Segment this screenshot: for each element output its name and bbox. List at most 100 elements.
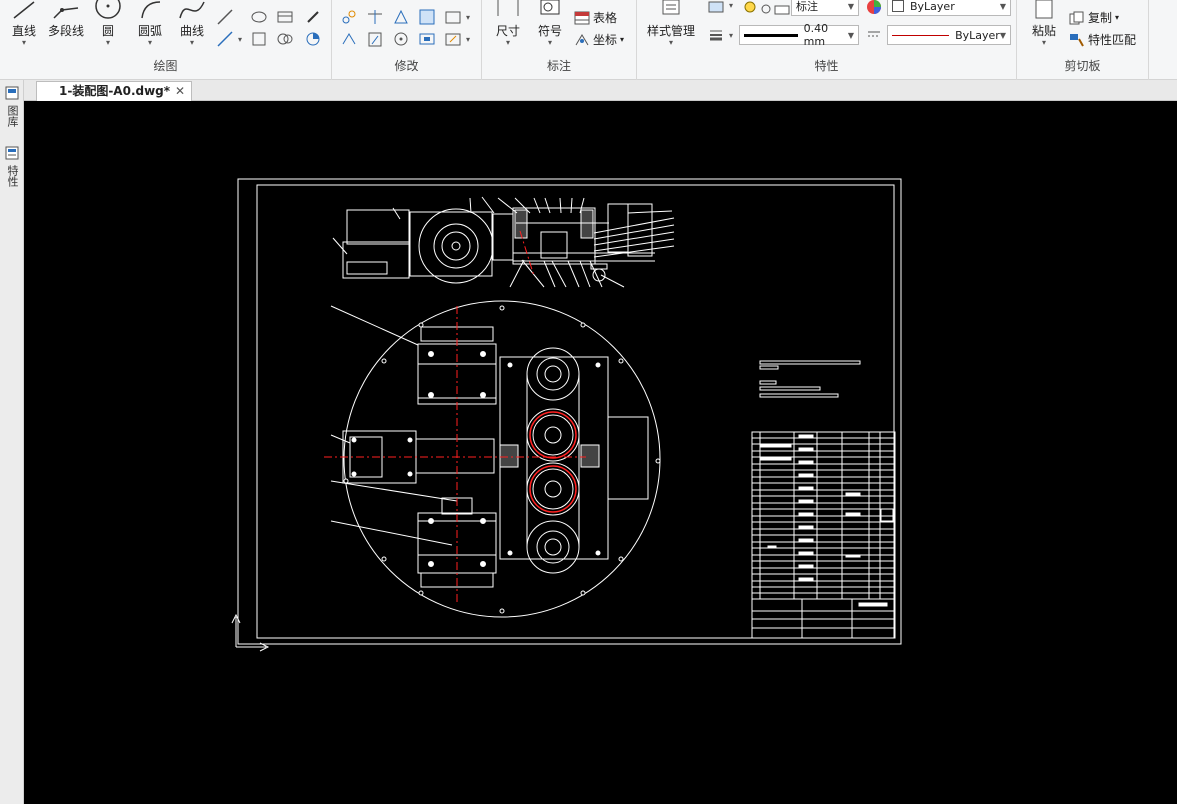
technical-notes — [759, 360, 861, 398]
copy-tool[interactable]: 复制 ▾ — [1069, 9, 1119, 26]
dimension-icon — [497, 0, 519, 16]
stretch-icon[interactable] — [418, 30, 436, 48]
hatch-icon[interactable] — [276, 8, 294, 26]
symbol-tool[interactable]: 符号 ▾ — [532, 0, 568, 47]
copy-icon — [1069, 11, 1084, 24]
properties-group: 样式管理 ▾ ▾ 标注 ▼ ByLayer ▼ ▾ 0.40 mm ▼ ByLa… — [637, 0, 1017, 80]
ellipse-icon[interactable] — [250, 8, 268, 26]
rectangle-icon[interactable] — [250, 30, 268, 48]
chevron-down-icon: ▾ — [620, 35, 625, 44]
symbol-label: 符号 — [537, 24, 562, 38]
linetype-dropdown-value: ByLayer — [955, 28, 1000, 42]
chevron-down-icon: ▾ — [1115, 13, 1120, 22]
mirror-icon[interactable] — [340, 30, 358, 48]
dimension-label: 尺寸 — [495, 24, 520, 38]
region-icon[interactable] — [276, 30, 294, 48]
fillet-icon[interactable] — [444, 8, 462, 26]
chevron-down-icon: ▾ — [1041, 38, 1046, 47]
document-tab[interactable]: 1-装配图-A0.dwg* ✕ — [36, 81, 192, 101]
chevron-down-icon[interactable]: ▾ — [238, 36, 242, 44]
lineweight-icon[interactable] — [707, 26, 725, 44]
style-manager-label: 样式管理 — [646, 24, 695, 38]
construction-line-icon[interactable] — [216, 8, 234, 26]
chevron-down-icon: ▾ — [668, 38, 673, 47]
chevron-down-icon[interactable]: ▾ — [466, 14, 470, 22]
annotate-group-label: 标注 — [546, 59, 571, 73]
printer-icon[interactable] — [773, 0, 791, 18]
style-manager-icon — [662, 0, 680, 15]
curve-tool[interactable]: 曲线 ▾ — [174, 0, 210, 47]
scale-icon[interactable] — [366, 30, 384, 48]
elevation-view — [332, 196, 675, 288]
chevron-down-icon[interactable]: ▾ — [729, 32, 733, 40]
rotate-icon[interactable] — [392, 30, 410, 48]
paste-label: 粘贴 — [1031, 24, 1056, 38]
array-icon[interactable] — [392, 8, 410, 26]
line-icon — [13, 1, 35, 19]
lineweight-dropdown-value: 0.40 mm — [803, 22, 829, 48]
arc-tool[interactable]: 圆弧 ▾ — [132, 0, 168, 47]
properties-panel-toggle[interactable]: 特性 — [4, 146, 20, 187]
linetype-dropdown[interactable]: ByLayer ▼ — [887, 25, 1011, 45]
annotate-group: 尺寸 ▾ 符号 ▾ 表格 坐标 ▾ 标注 — [482, 0, 637, 80]
color-swatch — [892, 0, 904, 12]
linetype-sample — [892, 34, 950, 36]
match-properties-tool[interactable]: 特性匹配 — [1069, 31, 1136, 48]
trim-icon[interactable] — [366, 8, 384, 26]
circle-icon — [95, 0, 121, 19]
chevron-down-icon: ▼ — [999, 1, 1006, 11]
document-tab-title: 1-装配图-A0.dwg* — [59, 84, 171, 98]
match-properties-label: 特性匹配 — [1088, 33, 1137, 47]
circle-tool[interactable]: 圆 ▾ — [92, 0, 124, 47]
color-wheel-icon[interactable] — [865, 0, 883, 16]
spline-icon — [179, 1, 205, 19]
ray-icon[interactable] — [216, 30, 234, 48]
linetype-icon[interactable] — [865, 26, 883, 44]
clipboard-group-label: 剪切板 — [1064, 59, 1101, 73]
offset-icon[interactable] — [418, 8, 436, 26]
drawing-canvas[interactable] — [24, 101, 1177, 804]
layer-state-icon[interactable] — [707, 0, 725, 18]
close-icon[interactable]: ✕ — [175, 82, 185, 101]
chevron-down-icon: ▾ — [505, 38, 510, 47]
modify-group: ▾ ▾ 修改 — [332, 0, 482, 80]
dimension-tool[interactable]: 尺寸 ▾ — [488, 0, 528, 47]
table-tool[interactable]: 表格 — [574, 9, 617, 26]
style-manager-tool[interactable]: 样式管理 ▾ — [643, 0, 699, 47]
copy-label: 复制 — [1088, 11, 1113, 25]
chevron-down-icon: ▾ — [21, 38, 26, 47]
paste-tool[interactable]: 粘贴 ▾ — [1027, 0, 1061, 47]
polyline-tool[interactable]: 多段线 — [44, 0, 88, 39]
chevron-down-icon: ▾ — [147, 38, 152, 47]
wipeout-icon[interactable] — [304, 30, 322, 48]
coordinate-tool[interactable]: 坐标 ▾ — [574, 31, 624, 48]
cad-drawing — [231, 178, 902, 652]
layer-dropdown[interactable]: 标注 ▼ — [791, 0, 859, 16]
chevron-down-icon: ▾ — [189, 38, 194, 47]
explode-icon[interactable] — [444, 30, 462, 48]
chevron-down-icon: ▼ — [847, 1, 854, 11]
chevron-down-icon[interactable]: ▾ — [466, 36, 470, 44]
line-tool[interactable]: 直线 ▾ — [6, 0, 42, 47]
library-panel-label: 图库 — [6, 105, 19, 127]
move-icon[interactable] — [340, 8, 358, 26]
library-icon — [5, 86, 19, 100]
draw-group-label: 绘图 — [153, 59, 178, 73]
chevron-down-icon: ▼ — [847, 30, 854, 40]
properties-icon — [5, 146, 19, 160]
plan-view — [330, 300, 661, 618]
ribbon: 直线 ▾ 多段线 圆 ▾ 圆弧 ▾ 曲线 ▾ ▾ 绘图 ▾ ▾ 修改 尺寸 ▾ … — [0, 0, 1177, 80]
library-panel-toggle[interactable]: 图库 — [4, 86, 20, 127]
color-dropdown[interactable]: ByLayer ▼ — [887, 0, 1011, 16]
chevron-down-icon: ▼ — [999, 30, 1006, 40]
lineweight-dropdown[interactable]: 0.40 mm ▼ — [739, 22, 859, 48]
chevron-down-icon[interactable]: ▾ — [729, 2, 733, 10]
symbol-icon — [540, 0, 560, 15]
circle-label: 圆 — [101, 24, 114, 38]
layer-dropdown-value: 标注 — [796, 0, 818, 13]
point-icon[interactable] — [304, 8, 322, 26]
line-label: 直线 — [11, 24, 36, 38]
curve-label: 曲线 — [179, 24, 204, 38]
document-tab-bar: 1-装配图-A0.dwg* ✕ — [0, 80, 1177, 101]
table-label: 表格 — [593, 11, 618, 25]
